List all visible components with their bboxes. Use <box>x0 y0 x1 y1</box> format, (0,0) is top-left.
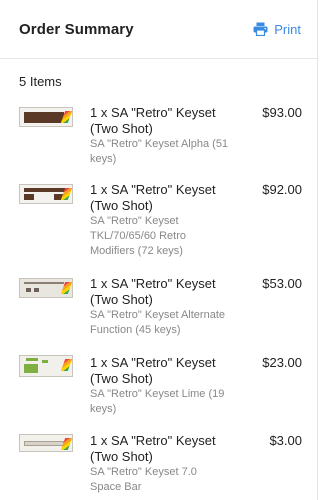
item-price: $3.00 <box>269 433 302 448</box>
item-count: 5 Items <box>19 74 62 89</box>
item-price: $23.00 <box>262 355 302 370</box>
page-title: Order Summary <box>19 20 134 38</box>
item-title: 1 x SA "Retro" Keyset (Two Shot) <box>90 276 216 307</box>
product-thumbnail <box>19 355 73 377</box>
product-thumbnail <box>19 107 73 127</box>
item-price: $93.00 <box>262 105 302 120</box>
item-subtitle: SA "Retro" Keyset Lime (19 keys) <box>90 388 225 415</box>
item-subtitle: SA "Retro" Keyset 7.0 Space Bar <box>90 466 197 493</box>
item-title: 1 x SA "Retro" Keyset (Two Shot) <box>90 355 216 386</box>
item-title: 1 x SA "Retro" Keyset (Two Shot) <box>90 105 216 136</box>
print-label: Print <box>274 21 301 37</box>
order-summary-header: Order Summary Print <box>0 0 317 59</box>
item-subtitle: SA "Retro" Keyset TKL/70/65/60 Retro Mod… <box>90 215 187 257</box>
item-title: 1 x SA "Retro" Keyset (Two Shot) <box>90 433 216 464</box>
item-subtitle: SA "Retro" Keyset Alternate Function (45… <box>90 309 225 336</box>
item-title: 1 x SA "Retro" Keyset (Two Shot) <box>90 182 216 213</box>
printer-icon <box>253 22 268 36</box>
print-button[interactable]: Print <box>253 22 301 37</box>
product-thumbnail <box>19 278 73 298</box>
item-price: $53.00 <box>262 276 302 291</box>
item-subtitle: SA "Retro" Keyset Alpha (51 keys) <box>90 138 229 165</box>
product-thumbnail <box>19 184 73 204</box>
item-price: $92.00 <box>262 182 302 197</box>
order-summary-panel: Order Summary Print 5 Items 1 x SA "Retr… <box>0 0 318 500</box>
product-thumbnail <box>19 434 73 452</box>
